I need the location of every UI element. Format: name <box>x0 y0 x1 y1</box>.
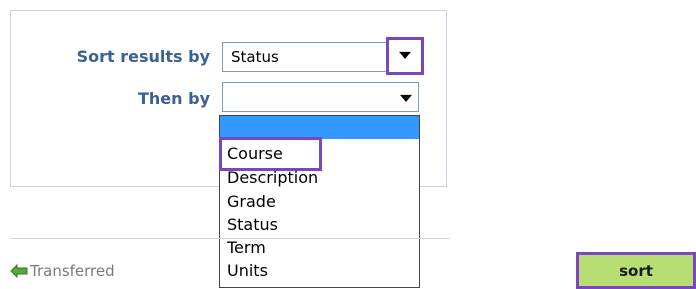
transferred-label: Transferred <box>30 262 115 280</box>
sort-results-by-label: Sort results by <box>76 47 210 66</box>
divider <box>10 238 450 239</box>
sort-select-dropdown-button[interactable] <box>386 37 424 75</box>
dropdown-option-grade[interactable]: Grade <box>227 191 276 213</box>
dropdown-option-blank[interactable] <box>220 116 419 139</box>
sort-select-value: Status <box>231 48 279 66</box>
dropdown-option-status[interactable]: Status <box>227 214 278 236</box>
transferred-legend: Transferred <box>10 262 115 280</box>
dropdown-option-units[interactable]: Units <box>227 260 268 282</box>
then-by-dropdown-list: Course Description Grade Status Term Uni… <box>219 115 420 288</box>
then-by-select[interactable] <box>222 82 419 112</box>
then-by-label: Then by <box>138 89 210 108</box>
sort-results-by-select[interactable]: Status <box>222 37 424 75</box>
sort-button[interactable]: sort <box>576 252 696 289</box>
chevron-down-icon <box>399 52 411 60</box>
dropdown-option-description[interactable]: Description <box>227 167 318 189</box>
left-arrow-icon <box>10 264 28 278</box>
dropdown-option-course[interactable]: Course <box>227 143 283 165</box>
chevron-down-icon[interactable] <box>400 94 412 102</box>
dropdown-option-term[interactable]: Term <box>227 237 266 259</box>
sort-page: Sort results by Status Then by Course De… <box>0 0 696 289</box>
